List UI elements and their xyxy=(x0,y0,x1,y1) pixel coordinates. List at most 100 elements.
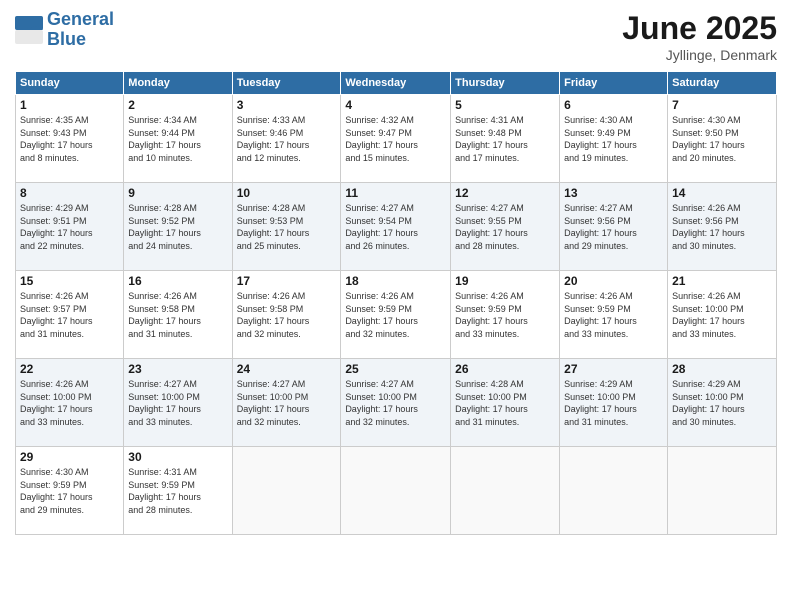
day-number: 12 xyxy=(455,186,555,200)
day-info: Sunrise: 4:27 AM Sunset: 10:00 PM Daylig… xyxy=(128,378,227,428)
day-info: Sunrise: 4:26 AM Sunset: 9:59 PM Dayligh… xyxy=(455,290,555,340)
day-number: 13 xyxy=(564,186,663,200)
day-info: Sunrise: 4:29 AM Sunset: 10:00 PM Daylig… xyxy=(672,378,772,428)
calendar-cell: 18 Sunrise: 4:26 AM Sunset: 9:59 PM Dayli… xyxy=(341,271,451,359)
day-info: Sunrise: 4:27 AM Sunset: 10:00 PM Daylig… xyxy=(345,378,446,428)
calendar-cell: 26Sunrise: 4:28 AM Sunset: 10:00 PM Dayl… xyxy=(451,359,560,447)
calendar-cell: 15 Sunrise: 4:26 AM Sunset: 9:57 PM Dayli… xyxy=(16,271,124,359)
calendar-week-1: 1 Sunrise: 4:35 AM Sunset: 9:43 PM Daylig… xyxy=(16,95,777,183)
day-info: Sunrise: 4:26 AM Sunset: 10:00 PM Daylig… xyxy=(672,290,772,340)
logo: General Blue xyxy=(15,10,114,50)
col-header-wednesday: Wednesday xyxy=(341,72,451,95)
day-number: 18 xyxy=(345,274,446,288)
page: General Blue June 2025 Jyllinge, Denmark… xyxy=(0,0,792,612)
day-number: 9 xyxy=(128,186,227,200)
day-number: 27 xyxy=(564,362,663,376)
day-number: 25 xyxy=(345,362,446,376)
day-number: 29 xyxy=(20,450,119,464)
calendar-cell xyxy=(451,447,560,535)
header: General Blue June 2025 Jyllinge, Denmark xyxy=(15,10,777,63)
calendar-cell: 9Sunrise: 4:28 AM Sunset: 9:52 PM Daylig… xyxy=(124,183,232,271)
calendar-week-4: 22Sunrise: 4:26 AM Sunset: 10:00 PM Dayl… xyxy=(16,359,777,447)
day-info: Sunrise: 4:35 AM Sunset: 9:43 PM Dayligh… xyxy=(20,114,119,164)
day-number: 11 xyxy=(345,186,446,200)
day-number: 14 xyxy=(672,186,772,200)
calendar-cell: 1 Sunrise: 4:35 AM Sunset: 9:43 PM Daylig… xyxy=(16,95,124,183)
day-info: Sunrise: 4:27 AM Sunset: 9:54 PM Dayligh… xyxy=(345,202,446,252)
day-info: Sunrise: 4:33 AM Sunset: 9:46 PM Dayligh… xyxy=(237,114,337,164)
col-header-thursday: Thursday xyxy=(451,72,560,95)
day-number: 28 xyxy=(672,362,772,376)
day-info: Sunrise: 4:29 AM Sunset: 10:00 PM Daylig… xyxy=(564,378,663,428)
day-info: Sunrise: 4:26 AM Sunset: 9:59 PM Dayligh… xyxy=(564,290,663,340)
calendar-cell: 16Sunrise: 4:26 AM Sunset: 9:58 PM Dayli… xyxy=(124,271,232,359)
calendar-cell xyxy=(668,447,777,535)
calendar-cell: 5 Sunrise: 4:31 AM Sunset: 9:48 PM Daylig… xyxy=(451,95,560,183)
calendar-cell: 19 Sunrise: 4:26 AM Sunset: 9:59 PM Dayli… xyxy=(451,271,560,359)
calendar-cell: 29 Sunrise: 4:30 AM Sunset: 9:59 PM Dayli… xyxy=(16,447,124,535)
calendar-week-3: 15 Sunrise: 4:26 AM Sunset: 9:57 PM Dayli… xyxy=(16,271,777,359)
day-info: Sunrise: 4:26 AM Sunset: 10:00 PM Daylig… xyxy=(20,378,119,428)
day-number: 6 xyxy=(564,98,663,112)
day-info: Sunrise: 4:29 AM Sunset: 9:51 PM Dayligh… xyxy=(20,202,119,252)
day-info: Sunrise: 4:31 AM Sunset: 9:59 PM Dayligh… xyxy=(128,466,227,516)
day-number: 24 xyxy=(237,362,337,376)
title-block: June 2025 Jyllinge, Denmark xyxy=(622,10,777,63)
day-number: 16 xyxy=(128,274,227,288)
col-header-friday: Friday xyxy=(560,72,668,95)
calendar-header-row: SundayMondayTuesdayWednesdayThursdayFrid… xyxy=(16,72,777,95)
logo-line1: General xyxy=(47,10,114,30)
day-info: Sunrise: 4:26 AM Sunset: 9:59 PM Dayligh… xyxy=(345,290,446,340)
calendar-cell: 23Sunrise: 4:27 AM Sunset: 10:00 PM Dayl… xyxy=(124,359,232,447)
calendar-cell: 10Sunrise: 4:28 AM Sunset: 9:53 PM Dayli… xyxy=(232,183,341,271)
calendar-week-5: 29 Sunrise: 4:30 AM Sunset: 9:59 PM Dayli… xyxy=(16,447,777,535)
calendar-cell: 22Sunrise: 4:26 AM Sunset: 10:00 PM Dayl… xyxy=(16,359,124,447)
calendar-cell: 7 Sunrise: 4:30 AM Sunset: 9:50 PM Daylig… xyxy=(668,95,777,183)
day-number: 7 xyxy=(672,98,772,112)
day-number: 21 xyxy=(672,274,772,288)
col-header-saturday: Saturday xyxy=(668,72,777,95)
calendar-cell: 13Sunrise: 4:27 AM Sunset: 9:56 PM Dayli… xyxy=(560,183,668,271)
calendar-cell: 20 Sunrise: 4:26 AM Sunset: 9:59 PM Dayli… xyxy=(560,271,668,359)
col-header-monday: Monday xyxy=(124,72,232,95)
day-number: 3 xyxy=(237,98,337,112)
calendar-cell: 14 Sunrise: 4:26 AM Sunset: 9:56 PM Dayli… xyxy=(668,183,777,271)
calendar-cell: 12 Sunrise: 4:27 AM Sunset: 9:55 PM Dayli… xyxy=(451,183,560,271)
day-number: 20 xyxy=(564,274,663,288)
day-info: Sunrise: 4:27 AM Sunset: 9:55 PM Dayligh… xyxy=(455,202,555,252)
day-info: Sunrise: 4:27 AM Sunset: 10:00 PM Daylig… xyxy=(237,378,337,428)
subtitle: Jyllinge, Denmark xyxy=(622,47,777,63)
calendar-cell: 30Sunrise: 4:31 AM Sunset: 9:59 PM Dayli… xyxy=(124,447,232,535)
day-number: 1 xyxy=(20,98,119,112)
day-info: Sunrise: 4:32 AM Sunset: 9:47 PM Dayligh… xyxy=(345,114,446,164)
day-info: Sunrise: 4:30 AM Sunset: 9:50 PM Dayligh… xyxy=(672,114,772,164)
day-info: Sunrise: 4:26 AM Sunset: 9:57 PM Dayligh… xyxy=(20,290,119,340)
day-number: 26 xyxy=(455,362,555,376)
calendar-cell: 11 Sunrise: 4:27 AM Sunset: 9:54 PM Dayli… xyxy=(341,183,451,271)
day-info: Sunrise: 4:31 AM Sunset: 9:48 PM Dayligh… xyxy=(455,114,555,164)
day-number: 10 xyxy=(237,186,337,200)
day-info: Sunrise: 4:30 AM Sunset: 9:49 PM Dayligh… xyxy=(564,114,663,164)
day-number: 4 xyxy=(345,98,446,112)
calendar-cell xyxy=(341,447,451,535)
day-number: 8 xyxy=(20,186,119,200)
day-info: Sunrise: 4:30 AM Sunset: 9:59 PM Dayligh… xyxy=(20,466,119,516)
calendar-cell: 6 Sunrise: 4:30 AM Sunset: 9:49 PM Daylig… xyxy=(560,95,668,183)
calendar-week-2: 8 Sunrise: 4:29 AM Sunset: 9:51 PM Daylig… xyxy=(16,183,777,271)
calendar-cell: 25 Sunrise: 4:27 AM Sunset: 10:00 PM Dayl… xyxy=(341,359,451,447)
main-title: June 2025 xyxy=(622,10,777,47)
calendar-cell: 17Sunrise: 4:26 AM Sunset: 9:58 PM Dayli… xyxy=(232,271,341,359)
day-number: 15 xyxy=(20,274,119,288)
calendar-cell xyxy=(232,447,341,535)
day-number: 19 xyxy=(455,274,555,288)
calendar-cell: 28 Sunrise: 4:29 AM Sunset: 10:00 PM Dayl… xyxy=(668,359,777,447)
day-info: Sunrise: 4:26 AM Sunset: 9:56 PM Dayligh… xyxy=(672,202,772,252)
col-header-tuesday: Tuesday xyxy=(232,72,341,95)
logo-icon xyxy=(15,16,43,44)
col-header-sunday: Sunday xyxy=(16,72,124,95)
day-number: 2 xyxy=(128,98,227,112)
calendar-cell: 2Sunrise: 4:34 AM Sunset: 9:44 PM Daylig… xyxy=(124,95,232,183)
day-number: 5 xyxy=(455,98,555,112)
calendar-cell: 24 Sunrise: 4:27 AM Sunset: 10:00 PM Dayl… xyxy=(232,359,341,447)
calendar-cell: 8 Sunrise: 4:29 AM Sunset: 9:51 PM Daylig… xyxy=(16,183,124,271)
